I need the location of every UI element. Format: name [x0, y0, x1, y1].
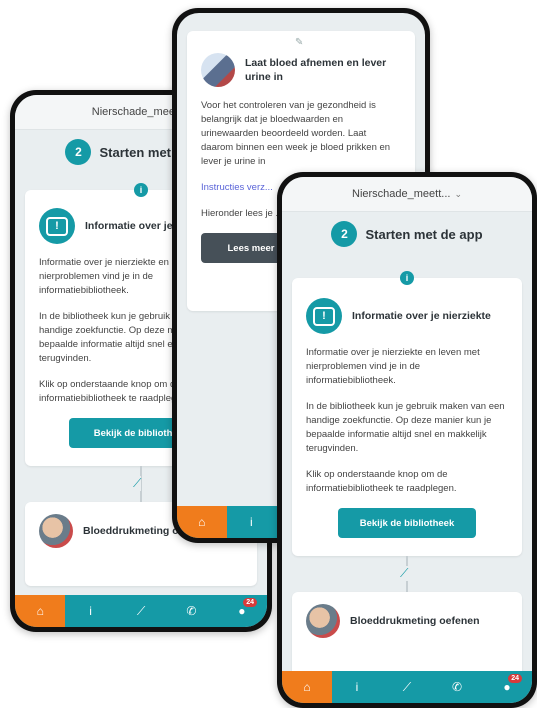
tab-profile[interactable]: ● 24 — [217, 595, 267, 627]
practice-card-header: Bloeddrukmeting oefenen — [306, 604, 508, 638]
notification-badge: 24 — [508, 674, 522, 683]
tab-chart[interactable]: ⟋ — [382, 671, 432, 703]
home-icon: ⌂ — [303, 680, 311, 694]
info-card-title: Informatie over je nierziekte — [352, 310, 491, 322]
chart-icon: ⟋ — [136, 603, 146, 618]
info-icon: i — [134, 183, 148, 197]
step-number: 2 — [65, 139, 92, 165]
pencil-icon: ✎ — [295, 37, 304, 48]
tab-info[interactable]: i — [227, 506, 277, 538]
speech-alert-icon: ! — [306, 298, 342, 334]
notification-badge: 24 — [243, 598, 258, 607]
instructions-link[interactable]: Instructies verz... — [201, 182, 273, 193]
info-card: i ! Informatie over je nierziekte Inform… — [292, 271, 522, 556]
info-icon: i — [89, 604, 92, 618]
tab-phone[interactable]: ✆ — [166, 595, 216, 627]
chart-icon: ⟋ — [400, 566, 409, 581]
tab-info[interactable]: i — [65, 595, 115, 627]
tab-phone[interactable]: ✆ — [432, 671, 482, 703]
app-header[interactable]: Nierschade_meett... ⌄ — [282, 177, 532, 212]
home-icon: ⌂ — [36, 604, 44, 618]
step-heading: 2 Starten met de app — [282, 212, 532, 256]
tab-home[interactable]: ⌂ — [177, 506, 227, 538]
chevron-down-icon: ⌄ — [454, 188, 462, 199]
bottom-nav: ⌂ i ⟋ ✆ ● 24 — [15, 595, 267, 627]
tab-info[interactable]: i — [332, 671, 382, 703]
info-card-text-3: Klik op onderstaande knop om de informat… — [306, 469, 457, 494]
info-card-header: ! Informatie over je nierziekte — [306, 298, 508, 334]
info-card-text-2: In de bibliotheek kun je gebruik maken v… — [306, 401, 505, 454]
phone-icon: ✆ — [186, 604, 197, 618]
chart-icon: ⟋ — [402, 679, 412, 694]
step-label: Starten met de app — [365, 226, 483, 242]
practice-card-title: Bloeddrukmeting oefenen — [350, 615, 480, 627]
library-button[interactable]: Bekijk de bibliotheek — [338, 508, 476, 538]
phone-right: Nierschade_meett... ⌄ 2 Starten met de a… — [277, 172, 537, 708]
speech-alert-icon: ! — [39, 208, 75, 244]
tab-chart[interactable]: ⟋ — [116, 595, 166, 627]
info-icon: i — [355, 680, 359, 694]
tab-home[interactable]: ⌂ — [15, 595, 66, 627]
blood-card-header: Laat bloed afnemen en lever urine in — [201, 53, 401, 87]
bottom-nav: ⌂ i ⟋ ✆ ● 24 — [282, 671, 532, 703]
lab-avatar — [201, 53, 235, 87]
practice-avatar — [39, 514, 73, 548]
info-icon: i — [250, 515, 253, 529]
home-icon: ⌂ — [198, 515, 206, 529]
tab-profile[interactable]: ● 24 — [482, 671, 532, 703]
blood-card-text-1: Voor het controleren van je gezondheid i… — [201, 100, 391, 167]
info-icon: i — [400, 271, 414, 285]
phone-icon: ✆ — [451, 680, 463, 694]
tab-home[interactable]: ⌂ — [282, 671, 332, 703]
chart-icon: ⟋ — [133, 476, 142, 491]
app-header-title: Nierschade_meett... — [352, 188, 451, 200]
phone-right-screen: Nierschade_meett... ⌄ 2 Starten met de a… — [282, 177, 532, 703]
blood-card-title: Laat bloed afnemen en lever urine in — [245, 57, 387, 83]
practice-avatar — [306, 604, 340, 638]
step-number: 2 — [331, 221, 358, 247]
info-card-text-1: Informatie over je nierziekte en leven m… — [306, 347, 480, 386]
